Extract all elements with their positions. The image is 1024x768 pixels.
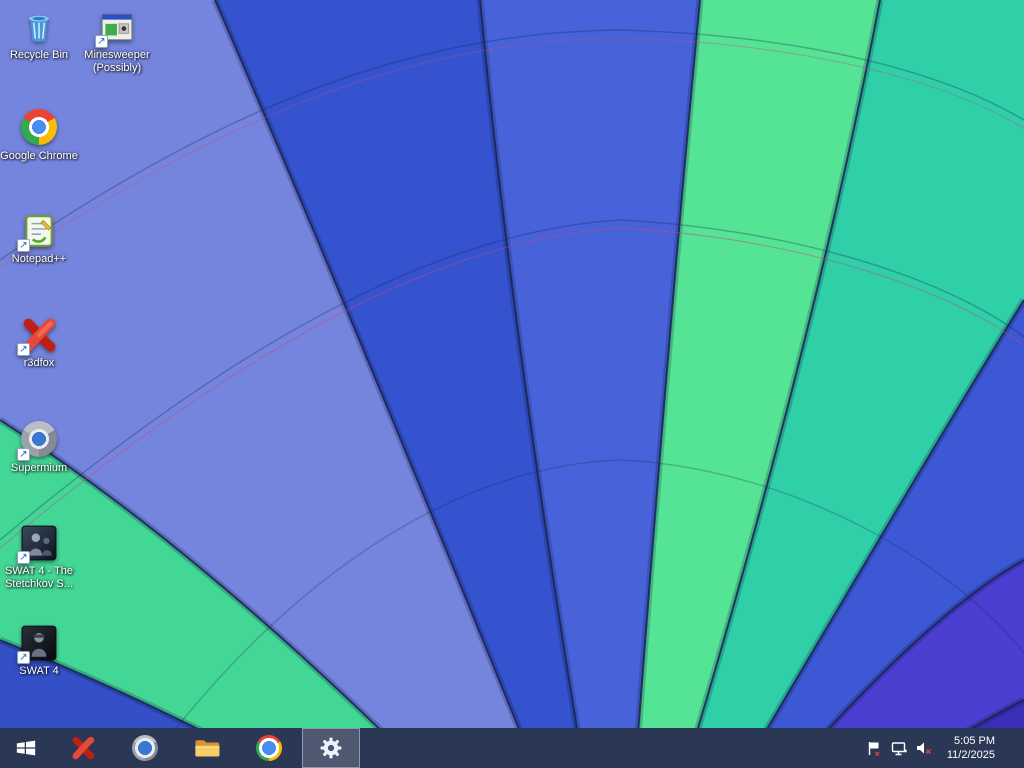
desktop-icon-label: SWAT 4 - The Stetchkov S... [4, 565, 74, 590]
taskbar-button-google-chrome[interactable] [240, 728, 298, 768]
desktop-icon-label: Google Chrome [0, 150, 78, 162]
desktop-icon-google-chrome[interactable]: Google Chrome [0, 108, 78, 163]
r3dfox-icon: ↗ [17, 316, 58, 356]
start-button[interactable] [0, 728, 52, 768]
volume-muted-icon[interactable] [916, 740, 933, 757]
tray-icons [866, 740, 933, 757]
recycle-bin-icon [20, 8, 58, 46]
minesweeper-icon: ↗ [95, 8, 136, 48]
supermium-icon: ↗ [17, 421, 58, 461]
desktop-icon-recycle-bin[interactable]: Recycle Bin [0, 8, 78, 62]
desktop-icon-swat4[interactable]: ↗ SWAT 4 [0, 624, 78, 678]
network-icon[interactable] [891, 740, 908, 757]
maintenance-flag-icon[interactable] [866, 740, 883, 757]
r3dfox-icon [72, 736, 95, 760]
desktop-icon-notepadpp[interactable]: ↗ Notepad++ [0, 212, 78, 266]
supermium-icon [132, 735, 158, 761]
taskbar-button-settings-active[interactable] [302, 728, 360, 768]
desktop-icon-minesweeper[interactable]: ↗ Minesweeper (Possibly) [78, 8, 156, 75]
shortcut-arrow-overlay: ↗ [17, 651, 30, 664]
taskbar-button-file-explorer[interactable] [178, 728, 236, 768]
desktop-icon-label: SWAT 4 [19, 665, 59, 677]
clock-date: 11/2/2025 [946, 749, 995, 761]
swat4-icon: ↗ [17, 624, 58, 664]
desktop-icon-label: Recycle Bin [9, 49, 69, 61]
shortcut-arrow-overlay: ↗ [17, 239, 30, 252]
system-tray: 5:05 PM 11/2/2025 [866, 728, 1024, 768]
clock-time: 5:05 PM [954, 735, 995, 747]
desktop-icon-label: Supermium [10, 462, 68, 474]
desktop-icon-swat4-stetchkov[interactable]: ↗ SWAT 4 - The Stetchkov S... [0, 524, 78, 591]
wallpaper [0, 0, 1024, 768]
notepadpp-icon: ↗ [17, 212, 58, 252]
gear-icon [320, 737, 342, 759]
desktop-icon-label: Notepad++ [11, 253, 67, 265]
swat4-expansion-icon: ↗ [17, 524, 58, 564]
desktop-icon-r3dfox[interactable]: ↗ r3dfox [0, 316, 78, 370]
chrome-icon [256, 735, 282, 761]
desktop-icon-supermium[interactable]: ↗ Supermium [0, 420, 78, 475]
taskbar-button-r3dfox[interactable] [54, 728, 112, 768]
shortcut-arrow-overlay: ↗ [17, 448, 30, 461]
shortcut-arrow-overlay: ↗ [17, 551, 30, 564]
file-explorer-icon [195, 740, 220, 757]
desktop[interactable]: Recycle Bin ↗ Minesweeper (Possibly) Goo… [0, 0, 1024, 768]
desktop-icon-label: r3dfox [23, 357, 55, 369]
desktop-icon-label: Minesweeper (Possibly) [84, 49, 150, 74]
shortcut-arrow-overlay: ↗ [95, 35, 108, 48]
taskbar: 5:05 PM 11/2/2025 [0, 728, 1024, 768]
taskbar-clock[interactable]: 5:05 PM 11/2/2025 [943, 732, 999, 764]
chrome-icon [20, 109, 58, 147]
shortcut-arrow-overlay: ↗ [17, 343, 30, 356]
windows-logo-icon [16, 740, 36, 756]
taskbar-button-supermium[interactable] [116, 728, 174, 768]
